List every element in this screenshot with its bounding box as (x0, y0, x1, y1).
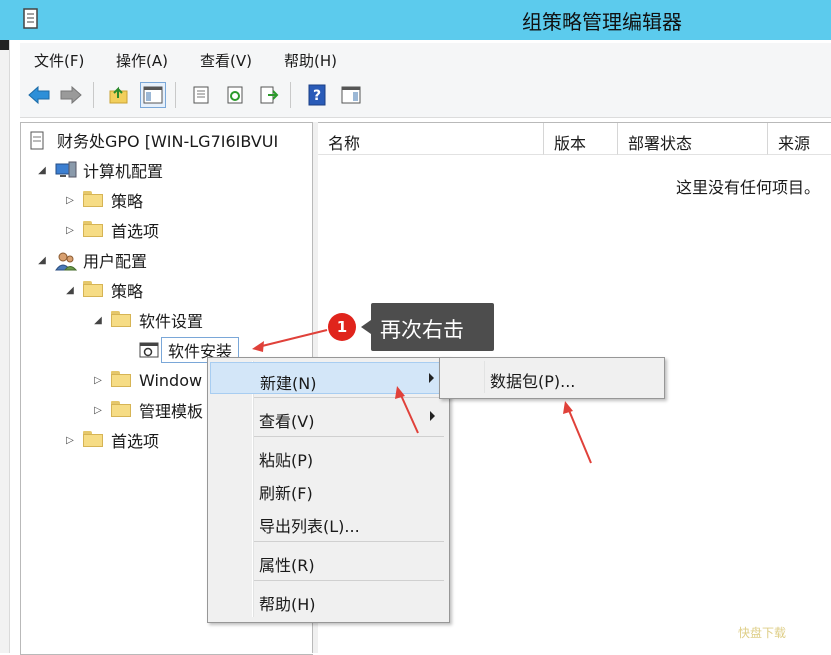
toolbar-separator (93, 82, 94, 108)
watermark: 快盘下载 (738, 626, 787, 640)
up-folder-icon[interactable] (106, 82, 132, 108)
tree-item-user-preferences[interactable]: ▷ 首选项 (63, 427, 159, 453)
policy-document-icon (29, 131, 49, 150)
tree-label: 计算机配置 (83, 162, 164, 181)
back-icon[interactable] (26, 82, 52, 108)
expand-arrow-icon[interactable]: ▷ (63, 225, 77, 236)
tree-item-admin-templates[interactable]: ▷ 管理模板 (91, 397, 203, 423)
tree-item-computer-policies[interactable]: ▷ 策略 (63, 187, 143, 213)
folder-icon (83, 191, 103, 209)
show-hide-action-pane-icon[interactable] (338, 82, 364, 108)
menu-item-view[interactable]: 查看(V) (210, 401, 445, 433)
tree-label: 首选项 (111, 222, 160, 241)
submenu-arrow-icon (430, 411, 435, 421)
expand-arrow-icon[interactable]: ▷ (91, 375, 105, 386)
menu-file[interactable]: 文件(F) (34, 50, 84, 71)
tree-item-computer-preferences[interactable]: ▷ 首选项 (63, 217, 159, 243)
tree-item-windows-settings[interactable]: ▷ Window (91, 367, 202, 393)
menu-gutter (484, 361, 485, 393)
toolbar-separator (290, 82, 291, 108)
menu-item-refresh[interactable]: 刷新(F) (210, 473, 445, 505)
menu-separator (254, 541, 444, 542)
folder-icon (111, 311, 131, 329)
tree-item-user-policies[interactable]: ◢ 策略 (63, 277, 143, 303)
toolbar-separator (175, 82, 176, 108)
collapse-arrow-icon[interactable]: ◢ (35, 165, 49, 176)
menu-item-new[interactable]: 新建(N) (210, 362, 445, 394)
tree-item-root[interactable]: 财务处GPO [WIN-LG7I6IBVUI (29, 127, 278, 153)
menu-view[interactable]: 查看(V) (200, 50, 252, 71)
menu-bar: 文件(F) 操作(A) 查看(V) 帮助(H) (20, 43, 831, 74)
menu-separator (254, 397, 444, 398)
refresh-icon[interactable] (222, 82, 248, 108)
collapse-arrow-icon[interactable]: ◢ (91, 315, 105, 326)
annotation-callout: 再次右击 (361, 303, 494, 351)
tree-label: 策略 (111, 282, 144, 301)
title-bar: 组策略管理编辑器 (0, 0, 831, 40)
context-menu: 新建(N) 查看(V) 粘贴(P) 刷新(F) 导出列表(L)... 属性(R)… (207, 357, 450, 623)
app-icon (22, 8, 40, 34)
tree-item-user-config[interactable]: ◢ 用户配置 (35, 247, 147, 273)
menu-separator (254, 436, 444, 437)
menu-item-properties[interactable]: 属性(R) (210, 545, 445, 577)
column-header-name[interactable]: 名称 (318, 123, 544, 155)
tree-label: 用户配置 (83, 252, 148, 271)
export-list-icon[interactable] (256, 82, 282, 108)
menu-item-label: 粘贴(P) (259, 451, 314, 470)
toolbar: ? (20, 74, 831, 118)
svg-text:?: ? (313, 88, 321, 104)
expand-arrow-icon[interactable]: ▷ (91, 405, 105, 416)
tree-item-software-settings[interactable]: ◢ 软件设置 (91, 307, 203, 333)
collapse-arrow-icon[interactable]: ◢ (35, 255, 49, 266)
menu-item-label: 帮助(H) (259, 595, 316, 614)
menu-item-label: 新建(N) (260, 374, 317, 393)
show-hide-tree-icon[interactable] (140, 82, 166, 108)
collapse-arrow-icon[interactable]: ◢ (63, 285, 77, 296)
menu-action[interactable]: 操作(A) (116, 50, 168, 71)
computer-icon (55, 161, 77, 179)
tree-label: 财务处GPO [WIN-LG7I6IBVUI (57, 132, 279, 151)
forward-icon[interactable] (58, 82, 84, 108)
submenu-arrow-icon (429, 373, 434, 383)
column-header-version[interactable]: 版本 (544, 123, 618, 155)
folder-icon (111, 371, 131, 389)
menu-item-label: 属性(R) (259, 556, 315, 575)
column-header-deployment-state[interactable]: 部署状态 (618, 123, 768, 155)
tree-label: 管理模板 (139, 402, 204, 421)
menu-separator (254, 580, 444, 581)
users-icon (55, 251, 78, 271)
menu-item-export-list[interactable]: 导出列表(L)... (210, 506, 445, 538)
tree-label: 软件设置 (139, 312, 204, 331)
folder-icon (83, 281, 103, 299)
expand-arrow-icon[interactable]: ▷ (63, 195, 77, 206)
desktop-edge (0, 40, 10, 653)
properties-icon[interactable] (188, 82, 214, 108)
menu-help[interactable]: 帮助(H) (284, 50, 337, 71)
tree-item-computer-config[interactable]: ◢ 计算机配置 (35, 157, 163, 183)
software-install-icon (139, 341, 159, 359)
empty-message: 这里没有任何项目。 (676, 178, 821, 197)
expand-arrow-icon[interactable]: ▷ (63, 435, 77, 446)
menu-item-label: 刷新(F) (259, 484, 313, 503)
menu-item-label: 导出列表(L)... (259, 517, 360, 536)
column-header-source[interactable]: 来源 (768, 123, 831, 155)
tree-label: 首选项 (111, 432, 160, 451)
menu-item-paste[interactable]: 粘贴(P) (210, 440, 445, 472)
tree-label: Window (139, 370, 203, 390)
step-badge: 1 (328, 313, 356, 341)
annotation-text: 再次右击 (380, 318, 464, 342)
folder-icon (111, 401, 131, 419)
menu-item-help[interactable]: 帮助(H) (210, 584, 445, 616)
folder-icon (83, 221, 103, 239)
tree-label: 策略 (111, 192, 144, 211)
menu-item-package[interactable]: 数据包(P)... (490, 368, 575, 392)
menu-item-label: 查看(V) (259, 412, 315, 431)
folder-icon (83, 431, 103, 449)
submenu-new: 数据包(P)... (439, 357, 665, 399)
window-title: 组策略管理编辑器 (522, 10, 682, 34)
help-icon[interactable]: ? (304, 82, 330, 108)
